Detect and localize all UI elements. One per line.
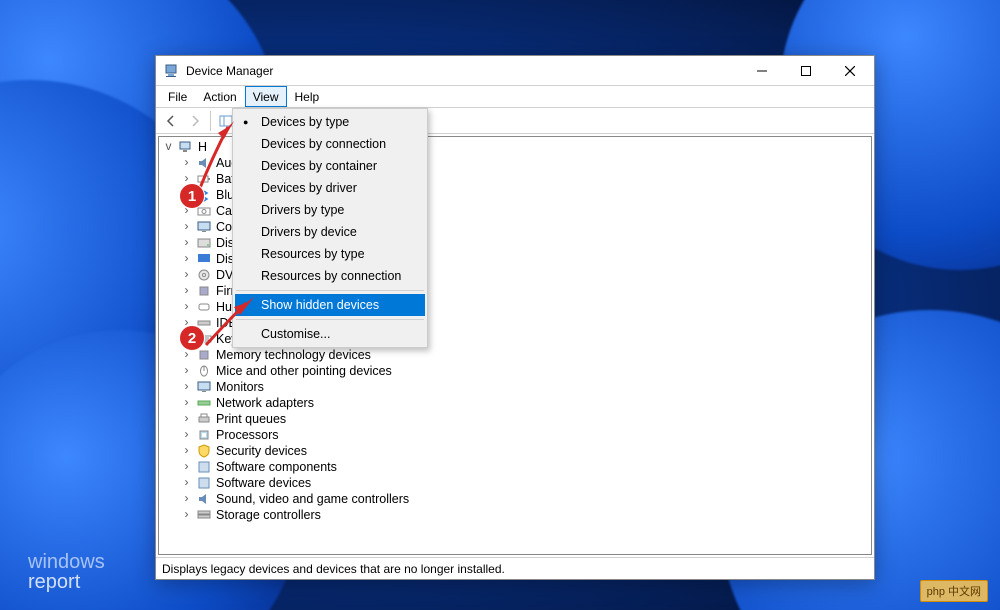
desktop-background: Device Manager File Action View Help [0, 0, 1000, 610]
dvd-icon [196, 267, 212, 283]
menu-action[interactable]: Action [195, 86, 244, 107]
menu-item[interactable]: Resources by type [235, 243, 425, 265]
menu-help[interactable]: Help [287, 86, 328, 107]
menu-item[interactable]: Customise... [235, 323, 425, 345]
menu-separator [236, 290, 424, 291]
monitor-icon [196, 379, 212, 395]
maximize-button[interactable] [784, 56, 828, 85]
audio-icon [196, 491, 212, 507]
menu-item-label: Devices by driver [261, 181, 357, 195]
expand-icon[interactable]: › [181, 461, 192, 472]
storage-icon [196, 507, 212, 523]
tree-node[interactable]: ›Memory technology devices [177, 347, 871, 363]
tree-node-label: Mice and other pointing devices [216, 364, 392, 378]
tree-node[interactable]: › Software components [177, 459, 871, 475]
tree-node[interactable]: › Software devices [177, 475, 871, 491]
monitor-icon [196, 219, 212, 235]
tree-node-label: Storage controllers [216, 508, 321, 522]
expand-icon[interactable]: › [181, 493, 192, 504]
status-text: Displays legacy devices and devices that… [162, 562, 505, 576]
expand-icon[interactable]: › [181, 381, 192, 392]
annotation-arrow-2 [198, 293, 258, 353]
menubar: File Action View Help [156, 86, 874, 108]
menu-separator [236, 319, 424, 320]
annotation-badge-2: 2 [179, 325, 205, 351]
tree-node[interactable]: › Processors [177, 427, 871, 443]
view-menu-dropdown: ● Devices by type Devices by connection Dev… [232, 108, 428, 348]
disk-icon [196, 235, 212, 251]
expand-icon[interactable]: › [181, 269, 192, 280]
close-button[interactable] [828, 56, 872, 85]
expand-icon[interactable]: › [181, 397, 192, 408]
print-icon [196, 411, 212, 427]
expand-icon[interactable]: › [181, 413, 192, 424]
tree-node-label: Software devices [216, 476, 311, 490]
menu-item[interactable]: Devices by connection [235, 133, 425, 155]
cpu-icon [196, 427, 212, 443]
status-bar: Displays legacy devices and devices that… [156, 557, 874, 579]
tree-node-label: Processors [216, 428, 279, 442]
menu-item[interactable]: Devices by driver [235, 177, 425, 199]
menu-view[interactable]: View [245, 86, 287, 107]
tree-node-label: Software components [216, 460, 337, 474]
menu-item-label: Devices by type [261, 115, 349, 129]
expand-icon[interactable]: › [181, 477, 192, 488]
menu-item[interactable]: Resources by connection [235, 265, 425, 287]
watermark-php: php 中文网 [920, 580, 988, 602]
menu-item-label: Customise... [261, 327, 330, 341]
tree-node-label: Sound, video and game controllers [216, 492, 409, 506]
collapse-icon[interactable]: v [163, 141, 174, 152]
net-icon [196, 395, 212, 411]
expand-icon[interactable]: › [181, 301, 192, 312]
tree-node-label: Monitors [216, 380, 264, 394]
tree-node[interactable]: › Monitors [177, 379, 871, 395]
bullet-icon: ● [243, 117, 248, 127]
menu-item[interactable]: Show hidden devices [235, 294, 425, 316]
menu-item[interactable]: Drivers by type [235, 199, 425, 221]
tree-node[interactable]: › Security devices [177, 443, 871, 459]
menu-item[interactable]: Drivers by device [235, 221, 425, 243]
app-icon [164, 63, 180, 79]
titlebar[interactable]: Device Manager [156, 56, 874, 86]
display-icon [196, 251, 212, 267]
mouse-icon [196, 363, 212, 379]
tree-node-label: Network adapters [216, 396, 314, 410]
menu-item-label: Resources by connection [261, 269, 401, 283]
tree-node[interactable]: › Network adapters [177, 395, 871, 411]
annotation-arrow-1 [190, 113, 240, 193]
minimize-button[interactable] [740, 56, 784, 85]
back-button[interactable] [160, 110, 182, 132]
expand-icon[interactable]: › [181, 445, 192, 456]
tree-node[interactable]: › Mice and other pointing devices [177, 363, 871, 379]
expand-icon[interactable]: › [181, 365, 192, 376]
watermark-windowsreport: windowsreport [28, 552, 105, 592]
sec-icon [196, 443, 212, 459]
expand-icon[interactable]: › [181, 429, 192, 440]
tree-node[interactable]: › Storage controllers [177, 507, 871, 523]
tree-node[interactable]: › Sound, video and game controllers [177, 491, 871, 507]
menu-item-label: Drivers by device [261, 225, 357, 239]
expand-icon[interactable]: › [181, 237, 192, 248]
expand-icon[interactable]: › [181, 285, 192, 296]
sw-icon [196, 459, 212, 475]
menu-item-label: Resources by type [261, 247, 365, 261]
menu-item-label: Devices by container [261, 159, 377, 173]
menu-file[interactable]: File [160, 86, 195, 107]
menu-item-label: Show hidden devices [261, 298, 379, 312]
sw-icon [196, 475, 212, 491]
expand-icon[interactable]: › [181, 253, 192, 264]
menu-item[interactable]: ● Devices by type [235, 111, 425, 133]
annotation-badge-1: 1 [179, 183, 205, 209]
menu-item[interactable]: Devices by container [235, 155, 425, 177]
menu-item-label: Drivers by type [261, 203, 344, 217]
menu-item-label: Devices by connection [261, 137, 386, 151]
tree-node-label: Security devices [216, 444, 307, 458]
expand-icon[interactable]: › [181, 221, 192, 232]
tree-node-label: Print queues [216, 412, 286, 426]
tree-node[interactable]: › Print queues [177, 411, 871, 427]
window-title: Device Manager [186, 64, 273, 78]
expand-icon[interactable]: › [181, 509, 192, 520]
